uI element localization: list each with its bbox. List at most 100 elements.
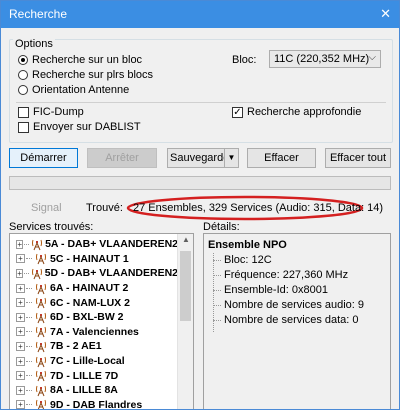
expand-icon[interactable]: + xyxy=(16,283,25,293)
service-tree-item[interactable]: +5A - DAB+ VLAANDEREN2 xyxy=(10,237,178,252)
demarrer-button[interactable]: Démarrer xyxy=(9,148,78,168)
tree-hook xyxy=(213,260,221,261)
service-tree-item[interactable]: +8A - LILLE 8A xyxy=(10,383,178,398)
tree-connector xyxy=(26,258,32,260)
signal-label: Signal xyxy=(31,202,62,214)
service-tree-item-label: 7C - Lille-Local xyxy=(50,355,125,368)
service-tree-item[interactable]: +7B - 2 AE1 xyxy=(10,339,178,354)
service-tree-item[interactable]: +7A - Valenciennes xyxy=(10,325,178,340)
antenna-icon xyxy=(34,282,48,295)
service-tree-item-label: 6C - NAM-LUX 2 xyxy=(50,296,130,309)
service-tree-item[interactable]: +5D - DAB+ VLAANDEREN2 xyxy=(10,266,178,281)
checkbox-fic-dump[interactable]: FIC-Dump xyxy=(18,105,84,119)
antenna-icon xyxy=(34,311,48,324)
antenna-icon xyxy=(34,252,48,265)
details-item: Ensemble-Id: 0x8001 xyxy=(224,284,328,296)
details-item: Nombre de services audio: 9 xyxy=(224,299,365,311)
effacer-button[interactable]: Effacer xyxy=(247,148,316,168)
expand-icon[interactable]: + xyxy=(16,341,25,351)
antenna-icon xyxy=(34,325,48,338)
antenna-icon xyxy=(34,296,48,309)
title-bar: Recherche ✕ xyxy=(1,1,399,28)
chevron-down-icon: ⌵ xyxy=(368,52,376,63)
services-tree[interactable]: +5A - DAB+ VLAANDEREN2 +5C - HAINAUT 1 +5D… xyxy=(9,233,194,410)
service-tree-item-label: 7B - 2 AE1 xyxy=(50,340,102,353)
checkmark-icon: ✓ xyxy=(232,106,243,118)
antenna-icon xyxy=(31,267,43,280)
antenna-icon xyxy=(34,355,48,368)
expand-icon[interactable]: + xyxy=(16,371,25,381)
services-scrollbar[interactable]: ▲ xyxy=(177,234,193,409)
expand-icon[interactable]: + xyxy=(16,298,25,308)
expand-icon[interactable]: + xyxy=(16,254,25,264)
close-icon[interactable]: ✕ xyxy=(380,6,391,22)
antenna-icon xyxy=(34,384,48,397)
service-tree-item-label: 6D - BXL-BW 2 xyxy=(50,311,124,324)
expand-icon[interactable]: + xyxy=(16,327,25,337)
tree-connector xyxy=(26,375,32,377)
effacer-tout-button[interactable]: Effacer tout xyxy=(325,148,391,168)
bloc-label: Bloc: xyxy=(232,54,257,66)
bloc-select-value: 11C (220,352 MHz) xyxy=(274,53,370,65)
service-tree-item[interactable]: +6C - NAM-LUX 2 xyxy=(10,295,178,310)
services-label: Services trouvés: xyxy=(9,221,94,233)
expand-icon[interactable]: + xyxy=(16,312,25,322)
services-tree-rows: +5A - DAB+ VLAANDEREN2 +5C - HAINAUT 1 +5D… xyxy=(10,237,178,410)
expand-icon[interactable]: + xyxy=(16,385,25,395)
service-tree-item-label: 9D - DAB Flandres xyxy=(50,398,143,410)
sauvegarder-dropdown-icon[interactable]: ▼ xyxy=(224,148,239,168)
details-title: Ensemble NPO xyxy=(208,239,287,251)
service-tree-item[interactable]: +5C - HAINAUT 1 xyxy=(10,252,178,267)
bloc-select[interactable]: 11C (220,352 MHz) ⌵ xyxy=(269,50,381,68)
scrollbar-thumb[interactable] xyxy=(180,251,191,321)
tree-connector xyxy=(26,316,32,318)
expand-icon[interactable]: + xyxy=(16,239,24,249)
checkbox-envoyer-dablist[interactable]: Envoyer sur DABLIST xyxy=(18,120,141,134)
service-tree-item[interactable]: +9D - DAB Flandres xyxy=(10,398,178,410)
expand-icon[interactable]: + xyxy=(16,400,25,409)
tree-hook xyxy=(213,305,221,306)
tree-connector xyxy=(26,331,32,333)
antenna-icon xyxy=(31,238,43,251)
tree-connector xyxy=(26,302,32,304)
details-panel: Ensemble NPO Bloc: 12C Fréquence: 227,36… xyxy=(203,233,391,409)
antenna-icon xyxy=(34,369,48,382)
radio-orientation-antenne[interactable]: Orientation Antenne xyxy=(18,83,129,97)
options-group-label: Options xyxy=(13,38,55,50)
service-tree-item[interactable]: +6D - BXL-BW 2 xyxy=(10,310,178,325)
details-label: Détails: xyxy=(203,221,240,233)
trouve-label: Trouvé: xyxy=(86,202,123,214)
radio-label: Orientation Antenne xyxy=(32,84,130,96)
options-divider xyxy=(16,102,386,103)
radio-recherche-plrs-blocs[interactable]: Recherche sur plrs blocs xyxy=(18,68,153,82)
checkbox-recherche-approfondie[interactable]: ✓ Recherche approfondie xyxy=(232,105,361,119)
tree-connector xyxy=(24,272,29,274)
service-tree-item[interactable]: +7C - Lille-Local xyxy=(10,354,178,369)
tree-connector xyxy=(24,243,30,245)
arreter-button[interactable]: Arrêter xyxy=(87,148,157,168)
window-title: Recherche xyxy=(9,7,68,21)
checkbox-box xyxy=(18,121,29,133)
expand-icon[interactable]: + xyxy=(16,356,25,366)
expand-icon[interactable]: + xyxy=(16,268,24,278)
service-tree-item[interactable]: +6A - HAINAUT 2 xyxy=(10,281,178,296)
radio-recherche-un-bloc[interactable]: Recherche sur un bloc xyxy=(18,53,142,67)
service-tree-item-label: 5A - DAB+ VLAANDEREN2 xyxy=(45,238,178,251)
service-tree-item[interactable]: +7D - LILLE 7D xyxy=(10,368,178,383)
antenna-icon xyxy=(34,398,48,409)
service-tree-item-label: 7D - LILLE 7D xyxy=(50,369,119,382)
tree-connector xyxy=(26,287,32,289)
tree-connector xyxy=(26,345,32,347)
tree-hook xyxy=(213,290,221,291)
checkbox-label: FIC-Dump xyxy=(33,106,84,118)
tree-connector xyxy=(26,360,32,362)
sauvegarder-button[interactable]: Sauvegarder xyxy=(167,148,233,168)
trouve-value: 27 Ensembles, 329 Services (Audio: 315, … xyxy=(133,202,384,214)
tree-connector xyxy=(26,389,32,391)
details-item: Bloc: 12C xyxy=(224,254,272,266)
radio-unselected-icon xyxy=(18,85,28,95)
radio-selected-icon xyxy=(18,55,28,65)
antenna-icon xyxy=(34,340,48,353)
service-tree-item-label: 5C - HAINAUT 1 xyxy=(50,252,129,265)
scroll-up-icon[interactable]: ▲ xyxy=(182,235,190,244)
